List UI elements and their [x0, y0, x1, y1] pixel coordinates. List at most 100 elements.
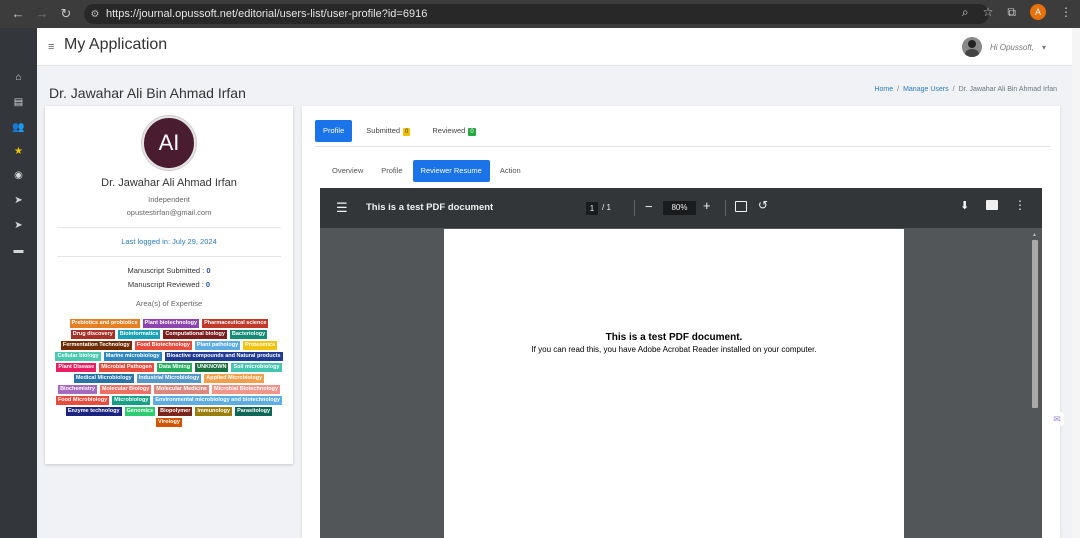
address-bar[interactable]: ⚙ https://journal.opussoft.net/editorial… — [84, 4, 989, 24]
expertise-tag: Industrial Microbiology — [136, 374, 202, 383]
expertise-tag: Molecular Biology — [99, 385, 152, 394]
browser-toolbar: ← → ↻ ⚙ https://journal.opussoft.net/edi… — [0, 0, 1080, 28]
pdf-title: This is a test PDF document — [366, 202, 494, 213]
tab-profile[interactable]: Profile — [315, 120, 353, 142]
expertise-tag: Soil microbiology — [231, 363, 282, 372]
profile-institution: Independent — [148, 195, 190, 204]
expertise-tag: Microbial Pathogen — [99, 363, 154, 372]
pdf-body-text: If you can read this, you have Adobe Acr… — [531, 345, 817, 354]
site-info-icon[interactable]: ⚙ — [84, 9, 106, 20]
last-logged-in: Last logged in: July 29, 2024 — [121, 237, 217, 246]
profile-name: Dr. Jawahar Ali Ahmad Irfan — [101, 177, 237, 189]
expertise-tag: Food Biotechnology — [134, 341, 192, 350]
more-options-icon[interactable]: ⋮ — [1014, 198, 1026, 212]
bookmark-star-icon[interactable]: ☆ — [983, 5, 994, 19]
app-title: My Application — [64, 36, 168, 53]
pdf-menu-icon[interactable]: ☰ — [336, 200, 348, 216]
user-avatar — [961, 37, 982, 57]
app-header: ≡ My Application Hi Opussoft, ▾ — [37, 28, 1080, 66]
expertise-tag: Computational biology — [163, 330, 227, 339]
expertise-tag: Parasitology — [235, 407, 273, 416]
fit-page-icon[interactable] — [735, 201, 747, 212]
pointer-icon[interactable]: ➤ — [0, 195, 37, 206]
expertise-tag: Bacteriology — [229, 330, 268, 339]
expertise-tag: Molecular Medicine — [154, 385, 210, 394]
breadcrumb: Home / Manage Users / Dr. Jawahar Ali Bi… — [874, 86, 1057, 93]
scroll-up-icon[interactable]: ▲ — [1032, 232, 1037, 238]
manuscript-submitted-count: 0 — [206, 266, 211, 275]
folder-icon[interactable]: ▬ — [0, 245, 37, 256]
profile-email: opustestirfan@gmail.com — [126, 208, 212, 217]
zoom-out-icon[interactable]: − — [645, 199, 653, 214]
breadcrumb-manage-users[interactable]: Manage Users — [903, 86, 949, 93]
expertise-tag: Data Mining — [156, 363, 193, 372]
pdf-scroll-thumb[interactable] — [1032, 240, 1038, 408]
list-icon[interactable]: ▤ — [0, 97, 37, 108]
star-icon[interactable]: ★ — [0, 146, 37, 157]
manuscript-reviewed-count: 0 — [205, 280, 211, 289]
expertise-tag: Marine microbiology — [103, 352, 162, 361]
pdf-page-total: / 1 — [602, 203, 611, 212]
reload-icon[interactable]: ↻ — [54, 6, 78, 22]
page-title: Dr. Jawahar Ali Bin Ahmad Irfan — [49, 85, 246, 101]
page-scrollbar[interactable] — [1072, 28, 1080, 538]
users-icon[interactable]: 👥 — [0, 122, 37, 133]
home-icon[interactable]: ⌂ — [0, 72, 37, 83]
pdf-page-input[interactable]: 1 — [586, 202, 598, 215]
pdf-scrollbar[interactable]: ▲ — [1030, 232, 1040, 538]
print-icon[interactable] — [986, 200, 998, 210]
extensions-icon[interactable]: ⧉ — [1007, 5, 1016, 20]
expertise-tag: Cellular biology — [55, 352, 101, 361]
zoom-icon[interactable]: ⌕ — [962, 5, 969, 20]
expertise-tag: Food Microbiology — [55, 396, 110, 405]
profile-avatar: AI — [142, 116, 196, 170]
expertise-tag: Pharmaceutical science — [202, 319, 269, 328]
pdf-zoom-input[interactable]: 80% — [663, 201, 696, 215]
browser-profile-avatar[interactable]: A — [1030, 4, 1046, 20]
expertise-tag: Medical Microbiology — [73, 374, 134, 383]
divider — [315, 146, 1051, 147]
subtab-reviewer-resume[interactable]: Reviewer Resume — [412, 160, 490, 182]
expertise-tag: Fermentation Technology — [60, 341, 132, 350]
pdf-toolbar: ☰ This is a test PDF document 1 / 1 − 80… — [320, 188, 1042, 228]
expertise-tag: Genomics — [124, 407, 156, 416]
expertise-tag: Biochemistry — [58, 385, 97, 394]
breadcrumb-home[interactable]: Home — [874, 86, 893, 93]
address-text: https://journal.opussoft.net/editorial/u… — [106, 8, 428, 20]
reviewed-count-badge: 0 — [468, 128, 476, 136]
subtab-overview[interactable]: Overview — [324, 160, 371, 182]
database-icon[interactable]: ◉ — [0, 170, 37, 181]
divider — [57, 256, 281, 257]
subtab-profile[interactable]: Profile — [373, 160, 410, 182]
download-icon[interactable]: ⬇ — [960, 199, 969, 212]
expertise-tag: Drug discovery — [70, 330, 115, 339]
expertise-tag: Plant pathology — [194, 341, 241, 350]
expertise-tags: Prebiotics and probiotics Plant biotechno… — [55, 319, 283, 427]
tab-reviewed[interactable]: Reviewed 0 — [424, 120, 483, 142]
zoom-in-icon[interactable]: + — [703, 198, 711, 213]
browser-menu-icon[interactable]: ⋮ — [1060, 5, 1072, 19]
expertise-tag: Prebiotics and probiotics — [69, 319, 140, 328]
manuscript-submitted: Manuscript Submitted : 0 — [127, 266, 211, 275]
pdf-page: This is a test PDF document. If you can … — [444, 229, 904, 538]
forward-icon[interactable]: → — [30, 6, 54, 21]
expertise-tag: Proteomics — [243, 341, 278, 350]
submitted-count-badge: 0 — [403, 128, 411, 136]
expertise-tag: Biopolymer — [158, 407, 193, 416]
back-icon[interactable]: ← — [6, 6, 30, 21]
breadcrumb-current: Dr. Jawahar Ali Bin Ahmad Irfan — [958, 86, 1057, 93]
pdf-heading: This is a test PDF document. — [605, 332, 743, 343]
subtab-action[interactable]: Action — [492, 160, 529, 182]
mail-icon[interactable]: ✉ — [1050, 412, 1064, 426]
tab-submitted[interactable]: Submitted 0 — [358, 120, 418, 142]
expertise-tag: Plant biotechnology — [142, 319, 200, 328]
expertise-tag: Virology — [156, 418, 182, 427]
pointer-icon[interactable]: ➤ — [0, 220, 37, 231]
manuscript-reviewed: Manuscript Reviewed : 0 — [127, 280, 211, 289]
hamburger-icon[interactable]: ≡ — [48, 41, 54, 53]
rotate-icon[interactable]: ↺ — [758, 198, 768, 212]
expertise-tag: Environmental microbiology and biotechno… — [153, 396, 283, 405]
user-menu[interactable]: Hi Opussoft, ▾ — [961, 37, 1046, 57]
expertise-tag: Plant Disease — [56, 363, 97, 372]
expertise-tag: Applied Microbiology — [204, 374, 265, 383]
